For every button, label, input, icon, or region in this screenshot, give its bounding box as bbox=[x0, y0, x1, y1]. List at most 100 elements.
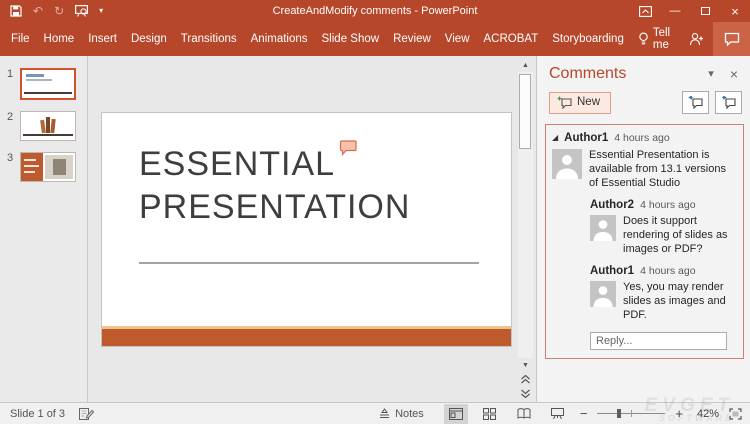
tab-slide-show[interactable]: Slide Show bbox=[315, 22, 387, 56]
slide-indicator[interactable]: Slide 1 of 3 bbox=[10, 408, 65, 420]
thumbnail-item-1[interactable]: 1 bbox=[0, 68, 87, 100]
tab-storyboarding[interactable]: Storyboarding bbox=[545, 22, 631, 56]
comments-pane-header: Comments ▾ × bbox=[537, 56, 750, 85]
tab-transitions[interactable]: Transitions bbox=[174, 22, 244, 56]
comments-toggle-button[interactable] bbox=[713, 22, 750, 56]
slide-show-view-button[interactable] bbox=[546, 404, 570, 424]
close-button[interactable]: × bbox=[720, 0, 750, 22]
avatar bbox=[590, 281, 616, 307]
tell-me-box[interactable]: Tell me bbox=[631, 27, 680, 51]
thumbnail-number: 3 bbox=[0, 152, 20, 164]
reply-header: Author1 4 hours ago bbox=[590, 264, 737, 278]
editor-scrollbar[interactable]: ▲ ▼ bbox=[518, 58, 533, 400]
thumb2-divider-line bbox=[23, 134, 73, 136]
main-area: 1 2 3 bbox=[0, 56, 750, 402]
zoom-level[interactable]: 42% bbox=[693, 408, 719, 420]
undo-icon[interactable]: ↶ bbox=[33, 5, 43, 17]
tab-view[interactable]: View bbox=[438, 22, 477, 56]
tab-file[interactable]: File bbox=[4, 22, 37, 56]
thumbnail-slide-3[interactable] bbox=[20, 152, 76, 182]
thumb2-books-graphic bbox=[41, 117, 55, 133]
thumb1-text-smudge bbox=[26, 74, 44, 77]
reading-view-button[interactable] bbox=[512, 404, 536, 424]
slide-editor-area: ESSENTIAL PRESENTATION ▲ ▼ bbox=[88, 56, 536, 402]
maximize-button[interactable] bbox=[690, 0, 720, 22]
tab-animations[interactable]: Animations bbox=[244, 22, 315, 56]
ribbon-right-group bbox=[680, 22, 750, 56]
redo-icon[interactable]: ↻ bbox=[54, 5, 64, 17]
slide-title-text[interactable]: ESSENTIAL PRESENTATION bbox=[139, 143, 414, 229]
reply-time: 4 hours ago bbox=[640, 198, 695, 212]
reply-header: Author2 4 hours ago bbox=[590, 198, 737, 212]
thumbnail-number: 2 bbox=[0, 111, 20, 123]
next-comment-button[interactable] bbox=[715, 91, 742, 114]
thumbnail-slide-2[interactable] bbox=[20, 111, 76, 141]
notes-label: Notes bbox=[395, 408, 424, 420]
slide-comment-marker-icon[interactable] bbox=[339, 140, 358, 156]
comment-time: 4 hours ago bbox=[614, 131, 669, 145]
previous-comment-icon bbox=[688, 96, 703, 109]
fit-slide-to-window-button[interactable] bbox=[729, 408, 742, 420]
reply-author: Author2 bbox=[590, 198, 634, 212]
collapse-triangle-icon[interactable]: ◢ bbox=[552, 131, 558, 145]
tab-acrobat[interactable]: ACROBAT bbox=[477, 22, 546, 56]
comment-text: Essential Presentation is available from… bbox=[589, 149, 737, 191]
reply-input[interactable] bbox=[590, 332, 727, 350]
zoom-slider[interactable] bbox=[597, 413, 665, 414]
window-controls: — × bbox=[630, 0, 750, 22]
zoom-slider-thumb[interactable] bbox=[617, 409, 621, 418]
thumbnail-slide-1[interactable] bbox=[20, 68, 76, 100]
avatar bbox=[590, 215, 616, 241]
next-comment-icon bbox=[721, 96, 736, 109]
maximize-icon bbox=[701, 7, 710, 15]
comments-pane-title: Comments bbox=[549, 65, 692, 83]
thumb1-divider-line bbox=[24, 92, 72, 94]
start-from-beginning-icon[interactable] bbox=[75, 5, 88, 17]
thumbnail-item-3[interactable]: 3 bbox=[0, 152, 87, 182]
pane-options-chevron-icon[interactable]: ▾ bbox=[708, 69, 714, 80]
proofing-icon[interactable] bbox=[79, 407, 94, 420]
pane-close-icon[interactable]: × bbox=[730, 67, 738, 81]
tab-review[interactable]: Review bbox=[386, 22, 438, 56]
new-comment-label: New bbox=[577, 96, 600, 108]
thumb3-photo-graphic bbox=[45, 155, 73, 179]
comment-icon bbox=[724, 32, 740, 46]
tab-home[interactable]: Home bbox=[37, 22, 82, 56]
share-button[interactable] bbox=[680, 22, 713, 56]
zoom-out-button[interactable]: − bbox=[580, 407, 588, 420]
next-slide-button[interactable] bbox=[518, 386, 533, 400]
zoom-in-button[interactable]: + bbox=[675, 407, 683, 420]
slide-sorter-view-button[interactable] bbox=[478, 404, 502, 424]
comment-thread-card[interactable]: ◢ Author1 4 hours ago Essential Presenta… bbox=[545, 124, 744, 359]
ribbon-display-options-icon[interactable] bbox=[630, 0, 660, 22]
notes-button[interactable]: Notes bbox=[379, 408, 424, 420]
slide-thumbnail-panel: 1 2 3 bbox=[0, 56, 88, 402]
reply-text: Yes, you may render slides as images and… bbox=[623, 281, 737, 323]
thumb1-text-smudge2 bbox=[26, 79, 52, 81]
scrollbar-thumb[interactable] bbox=[519, 74, 531, 149]
title-bar: CreateAndModify comments - PowerPoint ↶ … bbox=[0, 0, 750, 22]
tab-design[interactable]: Design bbox=[124, 22, 174, 56]
scroll-up-icon[interactable]: ▲ bbox=[518, 58, 533, 72]
previous-slide-button[interactable] bbox=[518, 372, 533, 386]
thumbnail-item-2[interactable]: 2 bbox=[0, 111, 87, 141]
reply-text: Does it support rendering of slides as i… bbox=[623, 215, 737, 257]
customize-qat-icon[interactable]: ▾ bbox=[99, 7, 103, 15]
thumb3-sidebar-graphic bbox=[21, 153, 43, 181]
minimize-button[interactable]: — bbox=[660, 0, 690, 22]
status-left-group: Slide 1 of 3 bbox=[0, 407, 94, 420]
comments-toolbar: New bbox=[537, 85, 750, 122]
slide-divider-line bbox=[139, 262, 479, 264]
new-comment-button[interactable]: New bbox=[549, 92, 611, 114]
tab-insert[interactable]: Insert bbox=[81, 22, 124, 56]
save-icon[interactable] bbox=[10, 5, 22, 17]
ribbon-tab-bar: File Home Insert Design Transitions Anim… bbox=[0, 22, 750, 56]
normal-view-button[interactable] bbox=[444, 404, 468, 424]
reply-author: Author1 bbox=[590, 264, 634, 278]
slide-canvas[interactable]: ESSENTIAL PRESENTATION bbox=[101, 112, 512, 347]
thumbnail-number: 1 bbox=[0, 68, 20, 80]
previous-comment-button[interactable] bbox=[682, 91, 709, 114]
status-right-group: Notes − + 42% bbox=[379, 404, 750, 424]
scroll-down-icon[interactable]: ▼ bbox=[518, 358, 533, 372]
scrollbar-track[interactable] bbox=[518, 72, 533, 358]
